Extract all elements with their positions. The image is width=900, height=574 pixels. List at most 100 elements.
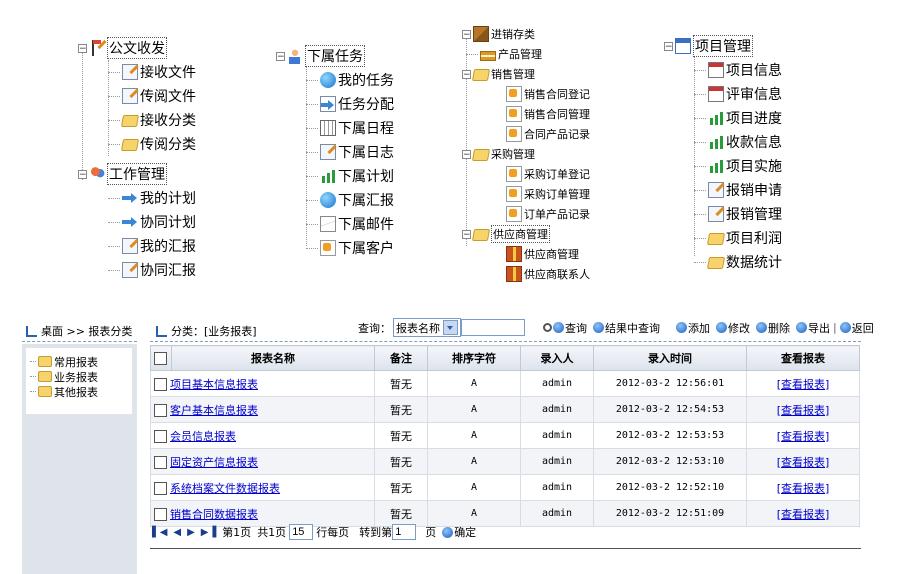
tree-node-circulate-files[interactable]: 传阅文件 [78, 84, 196, 108]
query-field-select[interactable]: 报表名称 [393, 318, 461, 337]
tree-node-sub-customers[interactable]: 下属客户 [276, 236, 394, 260]
tree-node-receive-category[interactable]: 接收分类 [78, 108, 196, 132]
header-entered-by[interactable]: 录入人 [520, 345, 594, 371]
tree-node-order-products[interactable]: 订单产品记录 [462, 204, 590, 224]
tree-node-sub-plan[interactable]: 下属计划 [276, 164, 394, 188]
confirm-button[interactable]: 确定 [442, 524, 476, 540]
collapse-icon[interactable]: − [462, 149, 471, 159]
tree-node-supplier[interactable]: − 供应商管理 [462, 224, 590, 244]
tree-node-sales[interactable]: − 销售管理 [462, 64, 590, 84]
tree-node-project-profit[interactable]: 项目利润 [664, 226, 782, 250]
tree-node-sales-contract-mgmt[interactable]: 销售合同管理 [462, 104, 590, 124]
view-report-link[interactable]: [查看报表] [777, 430, 830, 443]
tree-node-review-info[interactable]: 评审信息 [664, 82, 782, 106]
tree-node-products[interactable]: 产品管理 [462, 44, 590, 64]
category-item-business[interactable]: 业务报表 [26, 369, 132, 384]
tree-node-work-management[interactable]: − 工作管理 [78, 162, 196, 186]
tree-node-receive-files[interactable]: 接收文件 [78, 60, 196, 84]
select-all-checkbox[interactable] [154, 351, 167, 365]
delete-button[interactable]: 删除 [756, 320, 790, 336]
next-page-icon[interactable]: ▶ [187, 527, 195, 538]
tree-node-payment-info[interactable]: 收款信息 [664, 130, 782, 154]
row-checkbox[interactable] [154, 508, 167, 521]
view-report-link[interactable]: [查看报表] [777, 456, 830, 469]
tree-node-project-info[interactable]: 项目信息 [664, 58, 782, 82]
tree-node-expense-apply[interactable]: 报销申请 [664, 178, 782, 202]
add-button[interactable]: 添加 [676, 320, 710, 336]
time-cell: 2012-03-2 12:56:01 [593, 370, 747, 397]
tree-node-statistics[interactable]: 数据统计 [664, 250, 782, 274]
tree-node-my-tasks[interactable]: 我的任务 [276, 68, 394, 92]
header-note[interactable]: 备注 [374, 345, 428, 371]
last-page-icon[interactable]: ▶▐ [201, 527, 216, 538]
edit-button[interactable]: 修改 [716, 320, 750, 336]
view-report-link[interactable]: [查看报表] [777, 404, 830, 417]
tree-node-project-impl[interactable]: 项目实施 [664, 154, 782, 178]
export-button[interactable]: 导出 [796, 320, 830, 336]
tree-node-purchase[interactable]: − 采购管理 [462, 144, 590, 164]
tree-node-sub-schedule[interactable]: 下属日程 [276, 116, 394, 140]
view-report-link[interactable]: [查看报表] [777, 482, 830, 495]
header-entry-time[interactable]: 录入时间 [593, 345, 747, 371]
view-report-link[interactable]: [查看报表] [777, 508, 830, 521]
back-button[interactable]: 返回 [839, 320, 874, 336]
tree-node-sales-contract-reg[interactable]: 销售合同登记 [462, 84, 590, 104]
tree-node-circulate-category[interactable]: 传阅分类 [78, 132, 196, 156]
tree-node-expense-mgmt[interactable]: 报销管理 [664, 202, 782, 226]
query-input[interactable] [461, 319, 525, 336]
per-page-input[interactable] [289, 524, 314, 540]
collapse-icon[interactable]: − [462, 69, 471, 79]
chart-icon [708, 158, 724, 174]
tree-node-supplier-mgmt[interactable]: 供应商管理 [462, 244, 590, 264]
tree-node-my-report[interactable]: 我的汇报 [78, 234, 196, 258]
row-checkbox[interactable] [154, 378, 167, 391]
arrow-icon [122, 214, 138, 230]
time-cell: 2012-03-2 12:54:53 [593, 396, 747, 423]
row-checkbox[interactable] [154, 404, 167, 417]
tree-node-po-reg[interactable]: 采购订单登记 [462, 164, 590, 184]
report-name-link[interactable]: 销售合同数据报表 [170, 508, 258, 521]
report-name-link[interactable]: 会员信息报表 [170, 430, 236, 443]
header-sort[interactable]: 排序字符 [427, 345, 521, 371]
header-report-name[interactable]: 报表名称 [171, 345, 375, 371]
report-name-link[interactable]: 系统档案文件数据报表 [170, 482, 280, 495]
report-name-link[interactable]: 客户基本信息报表 [170, 404, 258, 417]
report-name-link[interactable]: 项目基本信息报表 [170, 378, 258, 391]
tree-node-sub-report[interactable]: 下属汇报 [276, 188, 394, 212]
tree-node-sub-mail[interactable]: 下属邮件 [276, 212, 394, 236]
folder-icon [706, 257, 726, 269]
tree-node-my-plan[interactable]: 我的计划 [78, 186, 196, 210]
row-checkbox[interactable] [154, 430, 167, 443]
search-in-results-button[interactable]: 结果中查询 [593, 320, 660, 336]
tree-node-inventory[interactable]: − 进销存类 [462, 24, 590, 44]
tree-node-project-progress[interactable]: 项目进度 [664, 106, 782, 130]
category-item-common[interactable]: 常用报表 [26, 354, 132, 369]
search-button[interactable]: 查询 [543, 320, 587, 336]
prev-page-icon[interactable]: ◀ [173, 527, 181, 538]
collapse-icon[interactable]: − [78, 43, 87, 53]
row-checkbox[interactable] [154, 456, 167, 469]
tree-node-collab-report[interactable]: 协同汇报 [78, 258, 196, 282]
edit-doc-icon [122, 238, 138, 254]
collapse-icon[interactable]: − [664, 41, 673, 51]
tree-node-supplier-contacts[interactable]: 供应商联系人 [462, 264, 590, 284]
tree-node-subordinate-tasks[interactable]: − 下属任务 [276, 44, 394, 68]
collapse-icon[interactable]: − [78, 169, 87, 179]
category-item-other[interactable]: 其他报表 [26, 384, 132, 399]
report-name-link[interactable]: 固定资产信息报表 [170, 456, 258, 469]
collapse-icon[interactable]: − [462, 229, 471, 239]
tree-node-contract-products[interactable]: 合同产品记录 [462, 124, 590, 144]
collapse-icon[interactable]: − [462, 29, 471, 39]
row-checkbox[interactable] [154, 482, 167, 495]
goto-page-input[interactable] [392, 524, 417, 540]
user-cell: admin [520, 370, 594, 397]
tree-node-task-assign[interactable]: 任务分配 [276, 92, 394, 116]
collapse-icon[interactable]: − [276, 51, 285, 61]
view-report-link[interactable]: [查看报表] [777, 378, 830, 391]
tree-node-sub-log[interactable]: 下属日志 [276, 140, 394, 164]
tree-node-po-mgmt[interactable]: 采购订单管理 [462, 184, 590, 204]
tree-node-doc-handling[interactable]: − 公文收发 [78, 36, 196, 60]
first-page-icon[interactable]: ▌◀ [152, 527, 167, 538]
tree-node-projects[interactable]: − 项目管理 [664, 34, 782, 58]
tree-node-collab-plan[interactable]: 协同计划 [78, 210, 196, 234]
